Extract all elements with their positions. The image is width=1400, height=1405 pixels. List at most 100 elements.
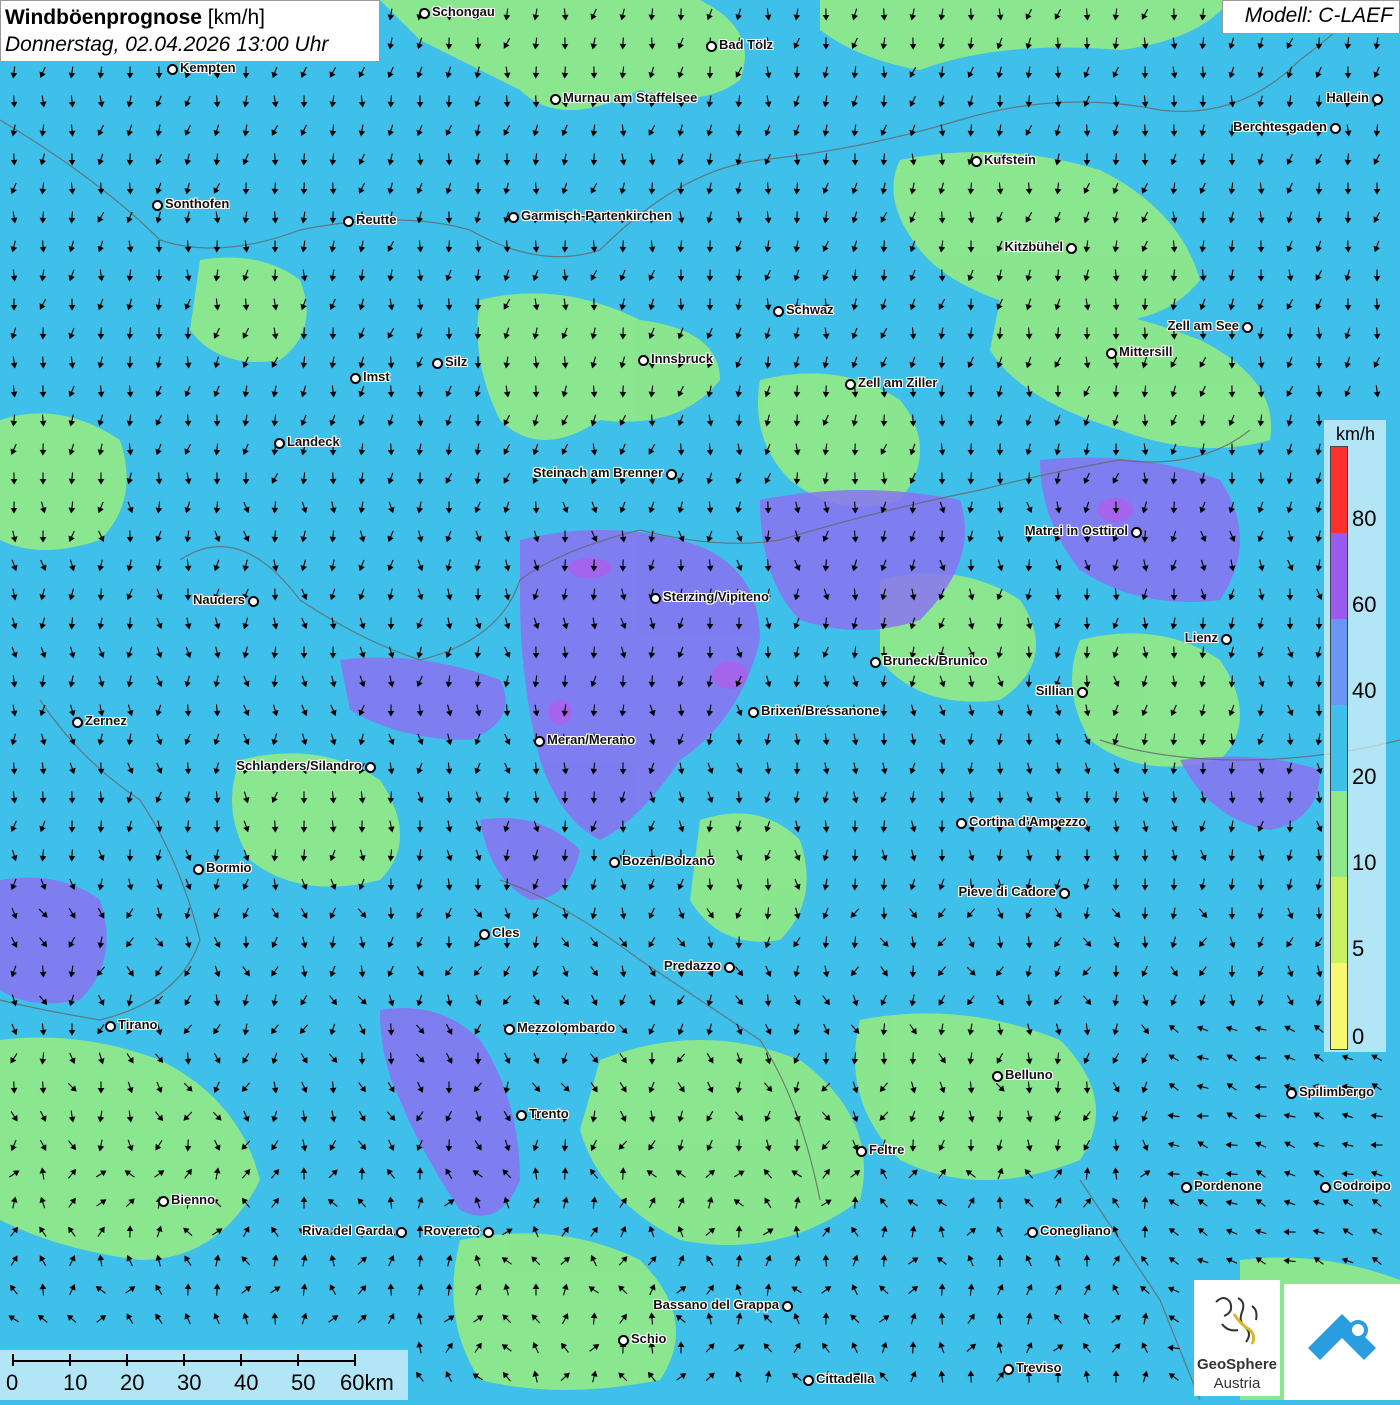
city-marker: [167, 64, 178, 75]
city-label: Matrei in Osttirol: [1025, 523, 1128, 538]
city-label: Steinach am Brenner: [533, 465, 663, 480]
city-marker: [193, 864, 204, 875]
app-logo-icon: [1284, 1284, 1400, 1400]
city-marker: [516, 1110, 527, 1121]
city-marker: [1003, 1364, 1014, 1375]
city-label: Zell am See: [1167, 318, 1239, 333]
city-marker: [1077, 687, 1088, 698]
city-label: Sonthofen: [165, 196, 229, 211]
city-label: Bormio: [206, 860, 252, 875]
city-marker: [782, 1301, 793, 1312]
city-label: Innsbruck: [651, 351, 713, 366]
city-marker: [1131, 527, 1142, 538]
city-label: Belluno: [1005, 1067, 1053, 1082]
legend-segment: [1331, 877, 1347, 963]
city-marker: [956, 818, 967, 829]
city-marker: [1330, 123, 1341, 134]
city-marker: [803, 1375, 814, 1386]
logo-line1: GeoSphere: [1194, 1356, 1280, 1373]
city-marker: [350, 373, 361, 384]
city-marker: [1320, 1182, 1331, 1193]
city-label: Cortina d'Ampezzo: [969, 814, 1086, 829]
city-label: Sterzing/Vipiteno: [663, 589, 769, 604]
city-marker: [618, 1335, 629, 1346]
city-marker: [1372, 94, 1383, 105]
city-label: Zernez: [85, 713, 127, 728]
city-marker: [1221, 634, 1232, 645]
city-label: Tirano: [118, 1017, 158, 1032]
legend-segment: [1331, 791, 1347, 877]
city-label: Conegliano: [1040, 1223, 1111, 1238]
city-label: Schlanders/Silandro: [236, 758, 362, 773]
city-label: Brixen/Bressanone: [761, 703, 880, 718]
city-marker: [504, 1024, 515, 1035]
city-label: Imst: [363, 369, 390, 384]
legend-segment: [1331, 533, 1347, 619]
city-marker: [432, 358, 443, 369]
city-marker: [609, 857, 620, 868]
city-marker: [365, 762, 376, 773]
city-label: Meran/Merano: [547, 732, 635, 747]
city-label: Zell am Ziller: [858, 375, 937, 390]
city-marker: [105, 1021, 116, 1032]
color-legend: km/h 806040201050: [1324, 420, 1386, 1052]
legend-segment: [1331, 619, 1347, 705]
city-marker: [748, 707, 759, 718]
city-marker: [1181, 1182, 1192, 1193]
legend-tick-label: 20: [1352, 764, 1376, 790]
scale-tick: [69, 1354, 71, 1366]
legend-tick-label: 0: [1352, 1024, 1364, 1050]
city-label: Bozen/Bolzano: [622, 853, 715, 868]
city-label: Garmisch-Partenkirchen: [521, 208, 672, 223]
city-label: Spilimbergo: [1299, 1084, 1374, 1099]
legend-tick-label: 40: [1352, 678, 1376, 704]
city-marker: [773, 306, 784, 317]
city-label: Bruneck/Brunico: [883, 653, 988, 668]
city-marker: [396, 1227, 407, 1238]
city-label: Cles: [492, 925, 519, 940]
city-marker: [845, 379, 856, 390]
app-logo: [1284, 1284, 1400, 1400]
logo-line2: Austria: [1194, 1375, 1280, 1392]
city-marker: [1106, 348, 1117, 359]
city-marker: [1242, 322, 1253, 333]
city-marker: [1027, 1227, 1038, 1238]
city-label: Kitzbühel: [1005, 239, 1064, 254]
scale-tick: [183, 1354, 185, 1366]
city-marker: [508, 212, 519, 223]
legend-segment: [1331, 447, 1347, 533]
city-label: Rovereto: [424, 1223, 480, 1238]
geosphere-mark-icon: [1194, 1280, 1280, 1356]
city-marker: [650, 593, 661, 604]
city-marker: [72, 717, 83, 728]
city-label: Pordenone: [1194, 1178, 1262, 1193]
scale-tick: [354, 1354, 356, 1366]
city-marker: [534, 736, 545, 747]
legend-segment: [1331, 705, 1347, 791]
city-label: Landeck: [287, 434, 340, 449]
city-label: Schio: [631, 1331, 666, 1346]
city-label: Predazzo: [664, 958, 721, 973]
scale-tick: [240, 1354, 242, 1366]
city-label: Hallein: [1326, 90, 1369, 105]
city-label: Reutte: [356, 212, 396, 227]
city-marker: [638, 355, 649, 366]
legend-color-bar: [1330, 446, 1348, 1050]
city-marker: [483, 1227, 494, 1238]
scale-bar: 0102030405060km: [0, 1350, 408, 1400]
city-label: Trento: [529, 1106, 569, 1121]
legend-tick-label: 80: [1352, 506, 1376, 532]
city-label: Lienz: [1185, 630, 1218, 645]
city-label: Sillian: [1036, 683, 1074, 698]
city-marker: [992, 1071, 1003, 1082]
scale-label: 50: [291, 1370, 315, 1396]
scale-label: 60km: [340, 1370, 394, 1396]
city-marker: [1059, 888, 1070, 899]
model-label: Modell: C-LAEF: [1222, 0, 1400, 34]
legend-tick-label: 5: [1352, 936, 1364, 962]
city-marker: [1066, 243, 1077, 254]
city-label: Kufstein: [984, 152, 1036, 167]
scale-label: 40: [234, 1370, 258, 1396]
city-marker: [724, 962, 735, 973]
city-marker: [343, 216, 354, 227]
